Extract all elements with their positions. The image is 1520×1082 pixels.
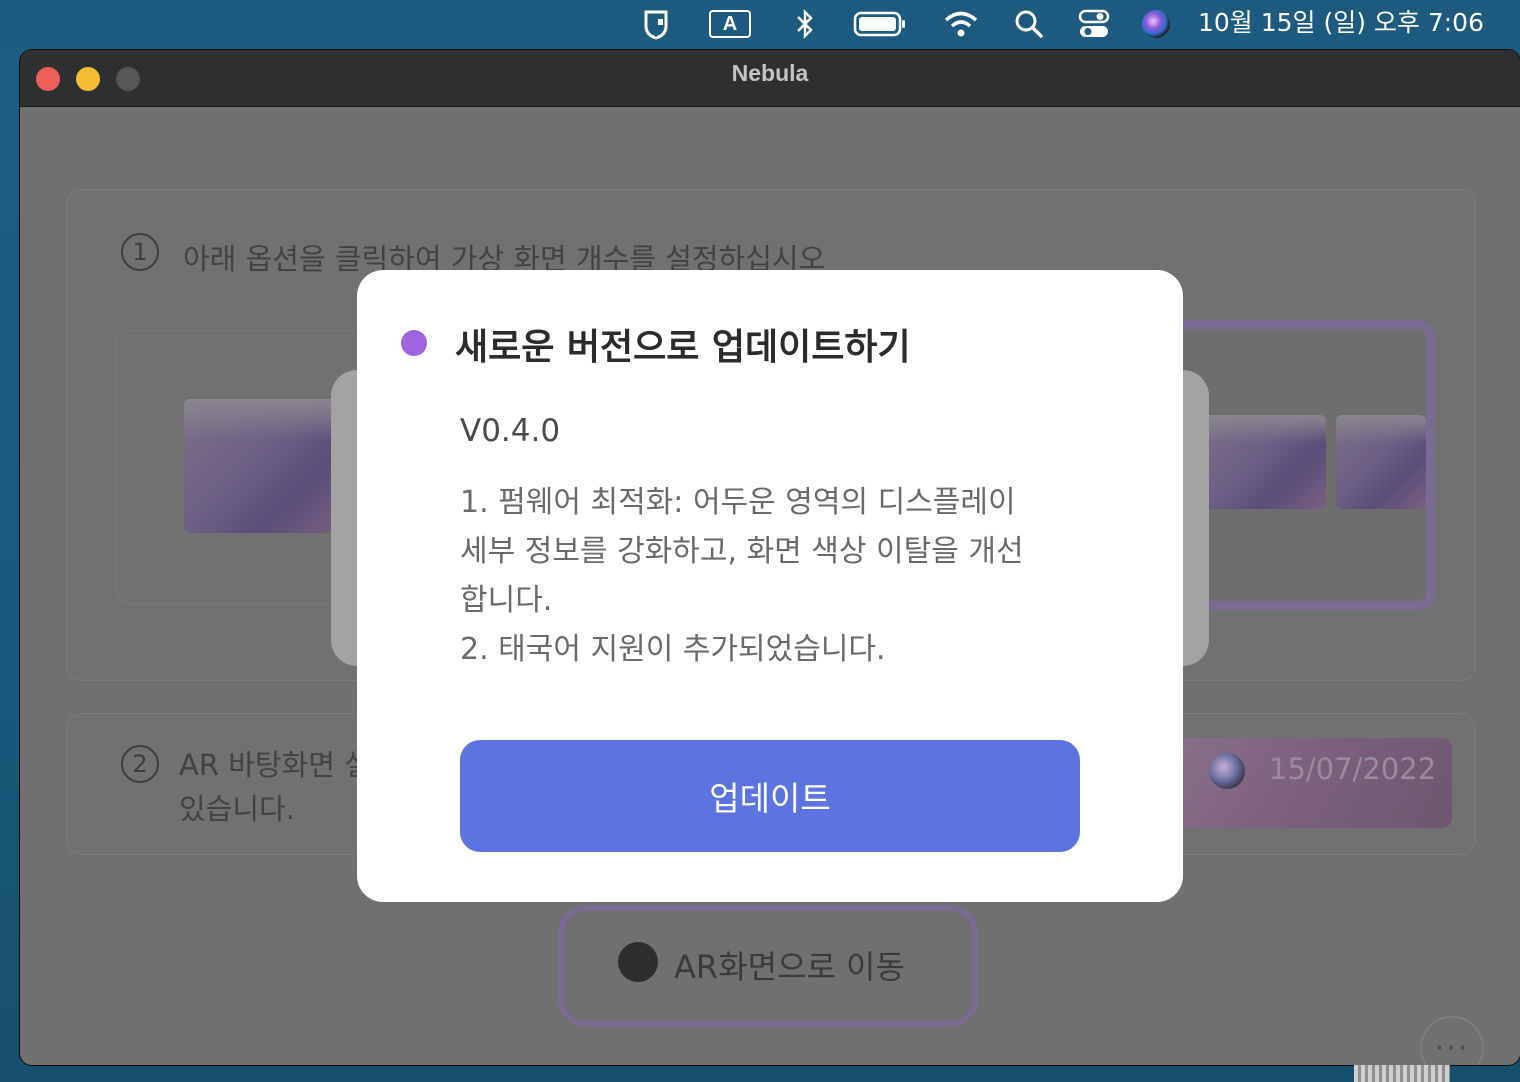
release-note-line: 1. 펌웨어 최적화: 어두운 영역의 디스플레이: [460, 485, 1016, 520]
more-options-button[interactable]: ···: [1420, 1016, 1484, 1065]
update-button[interactable]: 업데이트: [460, 740, 1080, 852]
release-note-line: 합니다.: [460, 583, 553, 618]
menu-bar: A 10월 15일 (일) 오후 7:06: [0, 0, 1520, 48]
ar-button-label: AR화면으로 이동: [674, 948, 905, 986]
wifi-icon[interactable]: [942, 8, 980, 40]
ar-screen-button[interactable]: AR화면으로 이동: [558, 905, 978, 1027]
update-dialog: 새로운 버전으로 업데이트하기 V0.4.0 1. 펌웨어 최적화: 어두운 영…: [357, 270, 1183, 902]
version-label: V0.4.0: [460, 413, 561, 449]
siri-icon[interactable]: [1138, 8, 1174, 40]
step2-number: 2: [121, 745, 159, 783]
desktop-item: [1354, 1065, 1450, 1082]
release-notes: 1. 펌웨어 최적화: 어두운 영역의 디스플레이 세부 정보를 강화하고, 화…: [460, 478, 1100, 674]
more-icon: ···: [1434, 1030, 1470, 1066]
release-note-line: 세부 정보를 강화하고, 화면 색상 이탈을 개선: [460, 534, 1024, 569]
search-icon[interactable]: [1012, 8, 1046, 40]
release-note-line: 2. 태국어 지원이 추가되었습니다.: [460, 632, 886, 667]
step2-instruction-line2: 있습니다.: [179, 792, 295, 826]
status-dot-icon: [401, 330, 427, 356]
input-source-icon[interactable]: A: [707, 8, 753, 40]
wallpaper-thumbnail: [1336, 415, 1426, 509]
menubar-clock[interactable]: 10월 15일 (일) 오후 7:06: [1198, 6, 1484, 40]
dialog-title: 새로운 버전으로 업데이트하기: [455, 327, 911, 368]
window-title: Nebula: [731, 60, 809, 86]
step2-instruction-line1: AR 바탕화면 설: [179, 748, 371, 782]
wallpaper-thumbnail: [184, 399, 344, 533]
title-bar: Nebula: [20, 50, 1520, 107]
control-center-icon[interactable]: [1076, 8, 1112, 40]
shield-app-icon[interactable]: [638, 8, 674, 40]
step1-number: 1: [121, 233, 159, 271]
input-source-label: A: [709, 10, 751, 38]
battery-icon[interactable]: [852, 8, 908, 40]
date-preview[interactable]: 15/07/2022: [1167, 738, 1452, 828]
wallpaper-thumbnail: [1196, 415, 1326, 509]
vr-headset-icon: [618, 942, 658, 982]
bluetooth-icon[interactable]: [790, 8, 820, 40]
date-label: 15/07/2022: [1269, 752, 1437, 786]
siri-orb-icon: [1209, 753, 1245, 789]
